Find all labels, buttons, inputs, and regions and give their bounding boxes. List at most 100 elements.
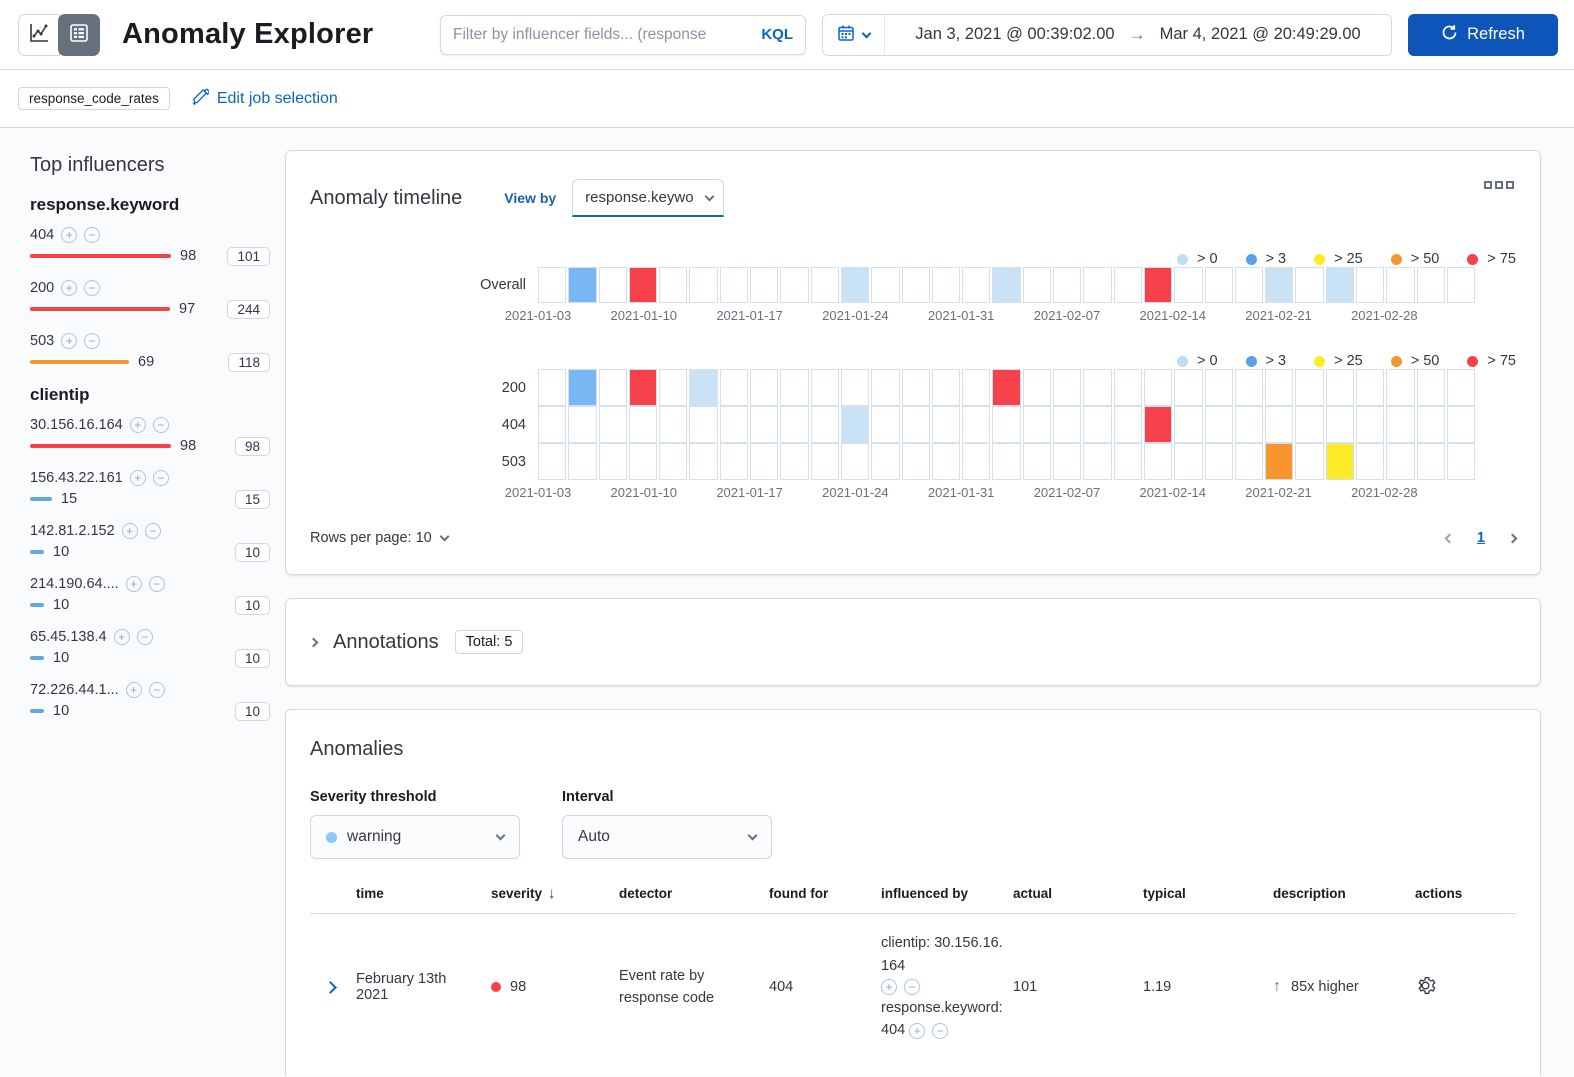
swimlane-cell[interactable] bbox=[1234, 406, 1264, 443]
next-page-icon[interactable] bbox=[1507, 533, 1518, 543]
swimlane-cell[interactable] bbox=[1234, 369, 1264, 406]
swimlane-cell[interactable] bbox=[1446, 406, 1476, 443]
swimlane-cell[interactable] bbox=[840, 443, 870, 480]
swimlane-cell[interactable] bbox=[1174, 267, 1203, 303]
column-header-severity[interactable]: severity ↓ bbox=[485, 885, 613, 913]
swimlane-cell[interactable] bbox=[538, 267, 567, 303]
kql-button[interactable]: KQL bbox=[761, 26, 793, 43]
add-filter-icon[interactable]: + bbox=[125, 576, 142, 592]
swimlane-cell[interactable] bbox=[992, 369, 1021, 406]
swimlane-cell[interactable] bbox=[810, 369, 839, 406]
interval-select[interactable]: Auto bbox=[562, 815, 772, 859]
swimlane-cell[interactable] bbox=[1356, 267, 1385, 303]
swimlane-cell[interactable] bbox=[1386, 406, 1415, 443]
rows-per-page-button[interactable]: Rows per page: 10 bbox=[310, 530, 450, 546]
swimlane-cell[interactable] bbox=[780, 369, 809, 406]
add-filter-icon[interactable]: + bbox=[61, 280, 78, 296]
swimlane-cell[interactable] bbox=[780, 443, 809, 480]
swimlane-cell[interactable] bbox=[1295, 267, 1324, 303]
remove-filter-icon[interactable]: − bbox=[84, 227, 101, 243]
swimlane-cell[interactable] bbox=[962, 267, 991, 303]
swimlane-cell[interactable] bbox=[1053, 267, 1082, 303]
add-filter-icon[interactable]: + bbox=[125, 682, 142, 698]
swimlane-cell[interactable] bbox=[1416, 267, 1445, 303]
add-filter-icon[interactable]: + bbox=[113, 629, 130, 645]
swimlane-cell[interactable] bbox=[1174, 369, 1203, 406]
remove-filter-icon[interactable]: − bbox=[152, 417, 169, 433]
date-quick-select-button[interactable] bbox=[823, 14, 885, 55]
swimlane-cell[interactable] bbox=[901, 369, 930, 406]
swimlane-cell[interactable] bbox=[1234, 443, 1264, 480]
swimlane-cell[interactable] bbox=[1053, 406, 1082, 443]
swimlane-cell[interactable] bbox=[810, 443, 839, 480]
swimlane-cell[interactable] bbox=[1083, 369, 1112, 406]
swimlane-cell[interactable] bbox=[1053, 443, 1082, 480]
swimlane-cell[interactable] bbox=[538, 406, 567, 443]
swimlane-cell[interactable] bbox=[931, 369, 961, 406]
swimlane-cell[interactable] bbox=[901, 406, 930, 443]
swimlane-cell[interactable] bbox=[659, 443, 688, 480]
expand-annotations-icon[interactable] bbox=[308, 637, 319, 647]
swimlane-cell[interactable] bbox=[1386, 369, 1415, 406]
swimlane-cell[interactable] bbox=[659, 267, 688, 303]
swimlane-cell[interactable] bbox=[1022, 443, 1052, 480]
swimlane-cell[interactable] bbox=[568, 369, 597, 406]
swimlane-cell[interactable] bbox=[568, 267, 597, 303]
swimlane-cell[interactable] bbox=[1204, 406, 1233, 443]
swimlane-cell[interactable] bbox=[1083, 406, 1112, 443]
add-filter-icon[interactable]: + bbox=[61, 227, 78, 243]
swimlane-cell[interactable] bbox=[689, 267, 718, 303]
swimlane-cell[interactable] bbox=[1325, 406, 1355, 443]
swimlane-cell[interactable] bbox=[1265, 267, 1294, 303]
swimlane-cell[interactable] bbox=[628, 406, 658, 443]
swimlane-cell[interactable] bbox=[1265, 406, 1294, 443]
swimlane-cell[interactable] bbox=[1022, 369, 1052, 406]
swimlane-cell[interactable] bbox=[901, 267, 930, 303]
end-date-button[interactable]: Mar 4, 2021 @ 20:49:29.00 bbox=[1160, 25, 1361, 44]
panel-options-icon[interactable] bbox=[1484, 181, 1514, 189]
swimlane-cell[interactable] bbox=[1386, 443, 1415, 480]
add-filter-icon[interactable]: + bbox=[129, 470, 146, 486]
remove-filter-icon[interactable]: − bbox=[144, 523, 161, 539]
swimlane-cell[interactable] bbox=[689, 369, 718, 406]
start-date-button[interactable]: Jan 3, 2021 @ 00:39:02.00 bbox=[915, 25, 1114, 44]
swimlane-cell[interactable] bbox=[1356, 443, 1385, 480]
swimlane-cell[interactable] bbox=[780, 406, 809, 443]
swimlane-cell[interactable] bbox=[1416, 369, 1445, 406]
swimlane-cell[interactable] bbox=[1356, 369, 1385, 406]
gear-icon[interactable] bbox=[1415, 976, 1436, 1000]
swimlane-cell[interactable] bbox=[1053, 369, 1082, 406]
swimlane-cell[interactable] bbox=[810, 406, 839, 443]
swimlane-cell[interactable] bbox=[1022, 267, 1052, 303]
add-filter-icon[interactable]: + bbox=[909, 1022, 926, 1039]
swimlane-cell[interactable] bbox=[871, 267, 900, 303]
swimlane-cell[interactable] bbox=[628, 443, 658, 480]
swimlane-cell[interactable] bbox=[962, 369, 991, 406]
swimlane-cell[interactable] bbox=[1386, 267, 1415, 303]
swimlane-cell[interactable] bbox=[750, 443, 779, 480]
swimlane-cell[interactable] bbox=[1325, 443, 1355, 480]
swimlane-cell[interactable] bbox=[810, 267, 839, 303]
swimlane-cell[interactable] bbox=[962, 406, 991, 443]
remove-filter-icon[interactable]: − bbox=[932, 1022, 949, 1039]
remove-filter-icon[interactable]: − bbox=[152, 470, 169, 486]
view-by-select[interactable]: response.keyword bbox=[572, 179, 725, 217]
add-filter-icon[interactable]: + bbox=[121, 523, 138, 539]
swimlane-cell[interactable] bbox=[992, 443, 1021, 480]
swimlane-cell[interactable] bbox=[1416, 443, 1445, 480]
swimlane-cell[interactable] bbox=[1204, 443, 1233, 480]
page-number[interactable]: 1 bbox=[1477, 530, 1485, 546]
swimlane-cell[interactable] bbox=[840, 369, 870, 406]
swimlane-cell[interactable] bbox=[992, 267, 1021, 303]
remove-filter-icon[interactable]: − bbox=[84, 333, 101, 349]
swimlane-cell[interactable] bbox=[1295, 443, 1324, 480]
swimlane-cell[interactable] bbox=[1143, 406, 1173, 443]
swimlane-cell[interactable] bbox=[931, 267, 961, 303]
swimlane-cell[interactable] bbox=[568, 443, 597, 480]
swimlane-cell[interactable] bbox=[992, 406, 1021, 443]
swimlane-cell[interactable] bbox=[689, 406, 718, 443]
swimlane-cell[interactable] bbox=[1265, 443, 1294, 480]
severity-threshold-select[interactable]: warning bbox=[310, 815, 520, 859]
swimlane-cell[interactable] bbox=[538, 443, 567, 480]
previous-page-icon[interactable] bbox=[1444, 533, 1455, 543]
